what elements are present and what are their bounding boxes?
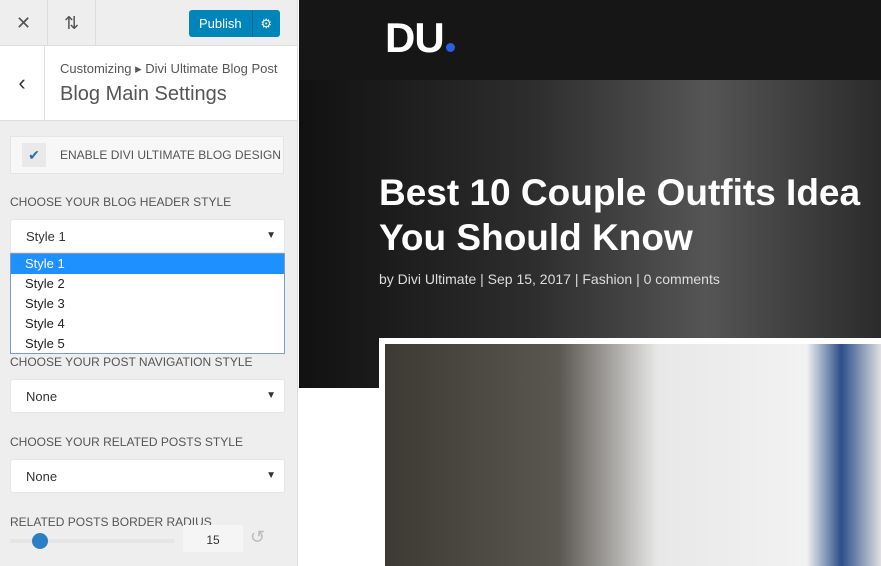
featured-image (379, 338, 881, 566)
option-style-4[interactable]: Style 4 (11, 314, 284, 334)
site-logo[interactable]: DU (385, 14, 455, 62)
related-style-label: CHOOSE YOUR RELATED POSTS STYLE (10, 435, 243, 449)
option-style-3[interactable]: Style 3 (11, 294, 284, 314)
radius-label: RELATED POSTS BORDER RADIUS (10, 515, 212, 529)
post-title: Best 10 Couple Outfits Idea You Should Kn… (379, 172, 861, 258)
back-icon[interactable]: ‹ (0, 46, 45, 120)
customizer-sidebar: ✕ ⇅ Publish ⚙ ‹ Customizing ▸ Divi Ultim… (0, 0, 298, 566)
publish-button[interactable]: Publish (189, 10, 252, 37)
option-style-5[interactable]: Style 5 (11, 334, 284, 354)
publish-group: Publish ⚙ (189, 10, 280, 37)
customizer-toolbar: ✕ ⇅ Publish ⚙ (0, 0, 297, 46)
chevron-down-icon: ▼ (266, 470, 276, 481)
radius-input[interactable]: 15 (183, 525, 243, 552)
reset-icon[interactable]: ↺ (250, 527, 265, 548)
enable-design-checkbox[interactable]: ✔ ENABLE DIVI ULTIMATE BLOG DESIGN (10, 136, 284, 174)
select-value: Style 1 (26, 229, 66, 244)
option-style-1[interactable]: Style 1 (11, 254, 284, 274)
nav-style-select[interactable]: None ▼ (10, 379, 285, 413)
checkbox-label: ENABLE DIVI ULTIMATE BLOG DESIGN (60, 148, 281, 162)
gear-icon[interactable]: ⚙ (251, 10, 280, 37)
option-style-2[interactable]: Style 2 (11, 274, 284, 294)
header-style-dropdown: Style 1 Style 2 Style 3 Style 4 Style 5 (10, 253, 285, 354)
check-icon[interactable]: ✔ (22, 143, 46, 167)
section-header: ‹ Customizing ▸ Divi Ultimate Blog Post … (0, 46, 297, 121)
arrows-up-down-icon[interactable]: ⇅ (48, 0, 96, 46)
slider-thumb[interactable] (32, 533, 48, 549)
nav-style-label: CHOOSE YOUR POST NAVIGATION STYLE (10, 355, 253, 369)
header-style-select[interactable]: Style 1 ▼ (10, 219, 285, 253)
header-style-label: CHOOSE YOUR BLOG HEADER STYLE (10, 195, 232, 209)
select-value: None (26, 389, 58, 404)
post-meta: by Divi Ultimate | Sep 15, 2017 | Fashio… (379, 271, 720, 287)
site-header: DU (299, 0, 881, 80)
select-value: None (26, 469, 58, 484)
breadcrumb: Customizing ▸ Divi Ultimate Blog Post (60, 61, 278, 76)
close-icon[interactable]: ✕ (0, 0, 48, 46)
chevron-down-icon: ▼ (266, 230, 276, 241)
site-preview: DU Best 10 Couple Outfits Idea You Should… (299, 0, 881, 566)
chevron-down-icon: ▼ (266, 390, 276, 401)
page-title: Blog Main Settings (60, 83, 227, 105)
related-style-select[interactable]: None ▼ (10, 459, 285, 493)
